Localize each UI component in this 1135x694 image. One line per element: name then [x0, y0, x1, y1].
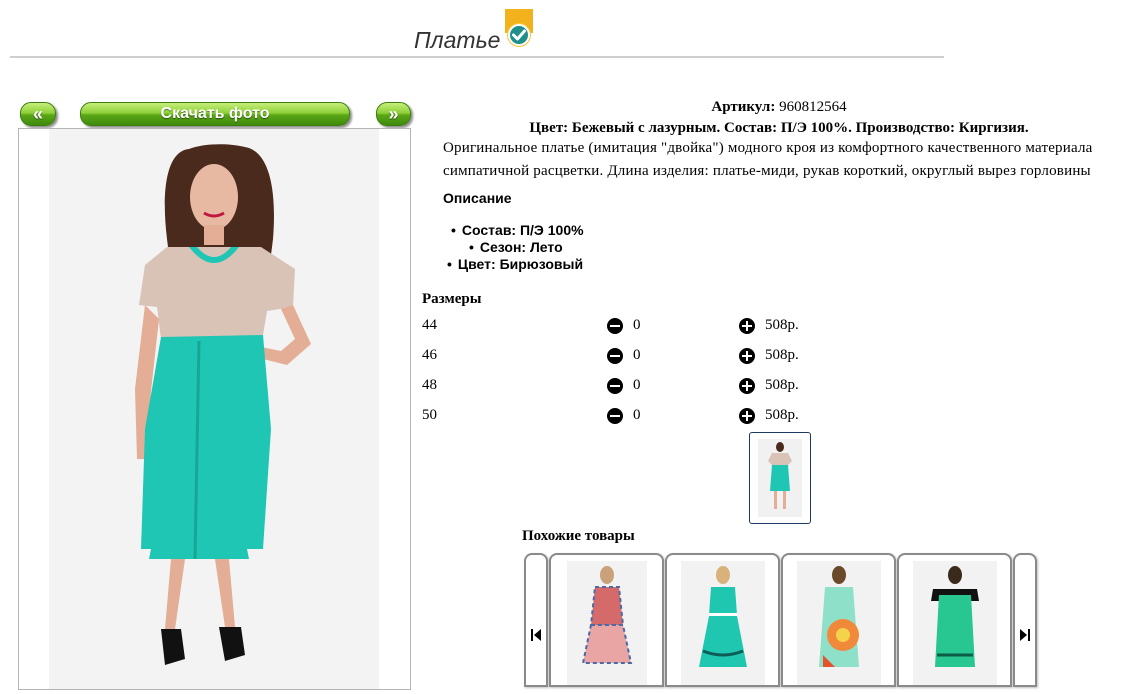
- similar-product-image: [681, 561, 765, 685]
- quantity-value: 0: [633, 377, 641, 393]
- article-label: Артикул:: [711, 99, 776, 115]
- attribute-item: Состав: П/Э 100%: [451, 222, 584, 239]
- previous-photo-button[interactable]: «: [20, 102, 56, 126]
- similar-product-card[interactable]: [897, 553, 1012, 687]
- main-product-photo[interactable]: [49, 129, 379, 689]
- minus-icon[interactable]: [607, 318, 623, 334]
- article-line: Артикул: 960812564: [443, 97, 1115, 117]
- title-divider: [10, 56, 944, 58]
- size-label: 48: [422, 377, 437, 393]
- description-heading: Описание: [443, 190, 512, 206]
- download-photo-button[interactable]: Скачать фото: [80, 102, 350, 126]
- similar-product-image: [913, 561, 997, 685]
- attribute-item: Цвет: Бирюзовый: [447, 256, 583, 273]
- similar-prev-button[interactable]: [524, 553, 548, 687]
- article-number: 960812564: [779, 99, 847, 115]
- attribute-item: Сезон: Лето: [469, 239, 563, 256]
- size-label: 44: [422, 317, 437, 333]
- similar-product-card[interactable]: [665, 553, 780, 687]
- quantity-value: 0: [633, 347, 641, 363]
- quantity-value: 0: [633, 407, 641, 423]
- plus-icon[interactable]: [739, 348, 755, 364]
- photo-thumbnail[interactable]: [749, 432, 811, 524]
- similar-product-image: [567, 561, 647, 685]
- price-value: 508р.: [765, 317, 799, 333]
- product-description: Оригинальное платье (имитация "двойка") …: [443, 137, 1123, 183]
- size-label: 50: [422, 407, 437, 423]
- product-summary: Цвет: Бежевый с лазурным. Состав: П/Э 10…: [529, 120, 1029, 136]
- quantity-value: 0: [633, 317, 641, 333]
- description-line-1: Оригинальное платье (имитация "двойка") …: [443, 140, 1093, 156]
- thumbnail-dress-image: [758, 439, 802, 517]
- next-photo-button[interactable]: »: [376, 102, 411, 126]
- price-value: 508р.: [765, 377, 799, 393]
- size-label: 46: [422, 347, 437, 363]
- plus-icon[interactable]: [739, 318, 755, 334]
- description-line-2: симпатичной расцветки. Длина изделия: пл…: [443, 163, 1091, 179]
- skip-forward-icon: [1020, 629, 1030, 641]
- price-value: 508р.: [765, 347, 799, 363]
- plus-icon[interactable]: [739, 408, 755, 424]
- verified-badge-icon: [504, 9, 534, 51]
- similar-product-image: [797, 561, 881, 685]
- page-title: Платье: [414, 27, 501, 53]
- similar-product-card[interactable]: [781, 553, 896, 687]
- similar-next-button[interactable]: [1013, 553, 1037, 687]
- plus-icon[interactable]: [739, 378, 755, 394]
- minus-icon[interactable]: [607, 378, 623, 394]
- dress-model-illustration: [49, 129, 379, 689]
- price-value: 508р.: [765, 407, 799, 423]
- minus-icon[interactable]: [607, 408, 623, 424]
- similar-product-card[interactable]: [549, 553, 664, 687]
- sizes-heading: Размеры: [422, 291, 482, 307]
- minus-icon[interactable]: [607, 348, 623, 364]
- skip-back-icon: [531, 629, 541, 641]
- similar-products-heading: Похожие товары: [522, 528, 635, 544]
